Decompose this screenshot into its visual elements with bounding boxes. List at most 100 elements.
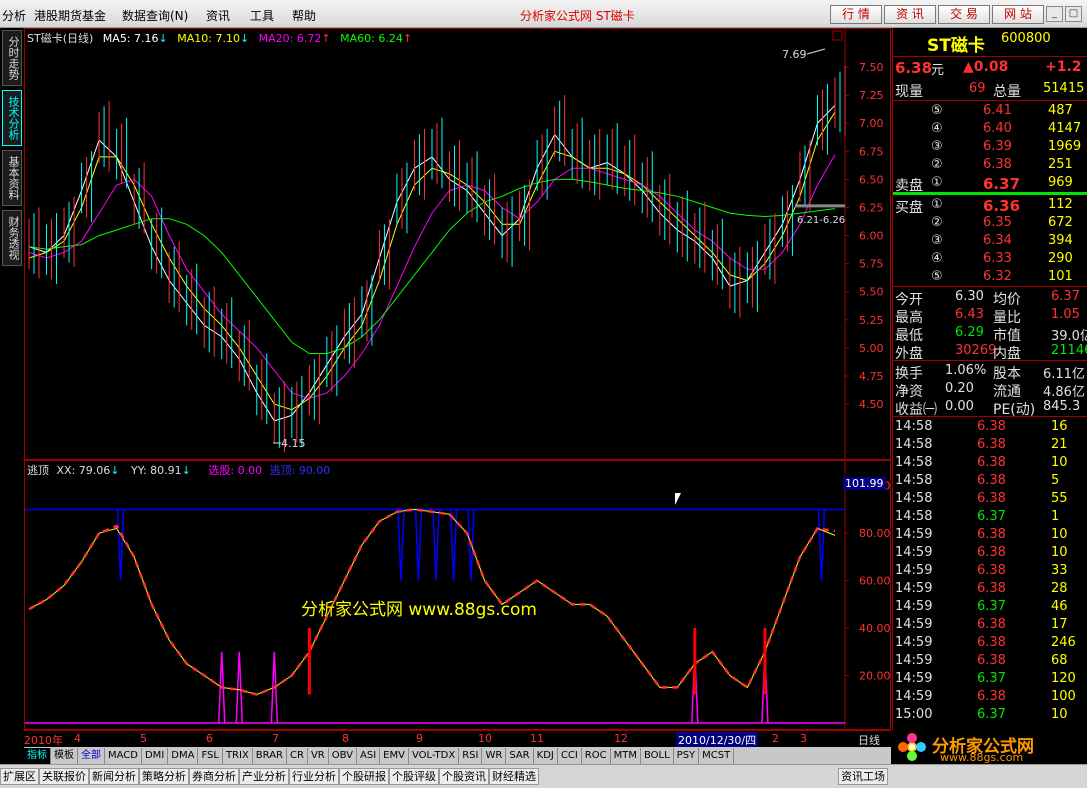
tick-row[interactable]: 14:59 6.38 10 [893, 544, 1087, 562]
price-y-tick-label: 4.75 [859, 370, 884, 383]
menu-item-analysis[interactable]: 分析 [2, 7, 26, 24]
indicator-tab[interactable]: 模板 [51, 748, 78, 765]
quote-row: 外盘30269内盘21146 [893, 342, 1087, 362]
indicator-tab[interactable]: CCI [558, 748, 582, 765]
menu-item-data-query[interactable]: 数据查询(N) [122, 7, 188, 24]
indicator-tab[interactable]: FSL [198, 748, 223, 765]
low-annotation: 4.15 [281, 437, 306, 450]
indicator-tab[interactable]: MCST [699, 748, 735, 765]
trade-button[interactable]: 交 易 [938, 5, 990, 24]
indicator-tab[interactable]: DMA [168, 748, 199, 765]
bottom-tab[interactable]: 关联报价 [39, 768, 89, 785]
indicator-tab[interactable]: 全部 [78, 748, 105, 765]
chart-expand-icon [832, 30, 843, 41]
bottom-tab[interactable]: 扩展区 [0, 768, 39, 785]
month-label-0: 2010年 [24, 734, 63, 747]
news-button[interactable]: 资 讯 [884, 5, 936, 24]
tick-volume: 1 [1051, 509, 1060, 524]
tick-price: 6.38 [977, 581, 1006, 596]
logo-url: www.88gs.com [940, 751, 1024, 764]
indicator-tab[interactable]: KDJ [534, 748, 558, 765]
price-y-tick-label: 5.25 [859, 314, 884, 327]
divider [893, 56, 1087, 57]
bottom-tab[interactable]: 行业分析 [289, 768, 339, 785]
bottom-tab[interactable]: 个股评级 [389, 768, 439, 785]
bottom-tab[interactable]: 新闻分析 [89, 768, 139, 785]
indicator-tab[interactable]: PSY [674, 748, 700, 765]
bottom-tab[interactable]: 个股研报 [339, 768, 389, 785]
tick-volume: 33 [1051, 563, 1068, 578]
indicator-tab[interactable]: MTM [611, 748, 641, 765]
month-label-11: 3 [800, 732, 807, 745]
price-chart[interactable]: ST磁卡(日线) MA5: 7.16↓ MA10: 7.10↓ MA20: 6.… [24, 28, 891, 460]
quote-row: 最低6.29市值39.0亿 [893, 324, 1087, 344]
indicator-tab[interactable]: ROC [582, 748, 611, 765]
menu-item-news[interactable]: 资讯 [206, 7, 230, 24]
tick-row[interactable]: 14:59 6.38 28 [893, 580, 1087, 598]
tick-volume: 120 [1051, 671, 1076, 686]
tick-row[interactable]: 14:59 6.38 100 [893, 688, 1087, 706]
indicator-tab[interactable]: VOL-TDX [409, 748, 460, 765]
website-button[interactable]: 网 站 [992, 5, 1044, 24]
indicator-tab[interactable]: ASI [357, 748, 381, 765]
tick-time: 14:58 [895, 491, 933, 506]
indicator-tab[interactable]: SAR [506, 748, 534, 765]
tick-row[interactable]: 14:58 6.38 55 [893, 490, 1087, 508]
bottom-tab[interactable]: 券商分析 [189, 768, 239, 785]
price-y-tick-label: 5.00 [859, 342, 884, 355]
tab-intraday[interactable]: 分时走势 [2, 30, 22, 86]
indicator-chart[interactable]: 逃顶 XX: 79.06↓ YY: 80.91↓ 选股: 0.00 逃顶: 90… [24, 460, 891, 730]
menu-item-tools[interactable]: 工具 [250, 7, 274, 24]
maximize-button[interactable]: □ [1065, 6, 1082, 22]
indicator-tab[interactable]: BRAR [253, 748, 287, 765]
buy-price: 6.33 [983, 251, 1012, 266]
menu-item-help[interactable]: 帮助 [292, 7, 316, 24]
tick-row[interactable]: 14:59 6.38 33 [893, 562, 1087, 580]
tick-time: 14:58 [895, 455, 933, 470]
indicator-tab[interactable]: TRIX [223, 748, 253, 765]
menu-item-hk-futures[interactable]: 港股期货基金 [34, 7, 106, 24]
month-label-8: 11 [530, 732, 544, 745]
quote-button[interactable]: 行 情 [830, 5, 882, 24]
tick-row[interactable]: 14:58 6.38 10 [893, 454, 1087, 472]
tick-volume: 28 [1051, 581, 1068, 596]
tick-row[interactable]: 15:00 6.37 10 [893, 706, 1087, 724]
tick-row[interactable]: 14:59 6.38 17 [893, 616, 1087, 634]
indicator-tab[interactable]: DMI [142, 748, 169, 765]
indicator-tab[interactable]: RSI [459, 748, 483, 765]
bottom-tab[interactable]: 财经精选 [489, 768, 539, 785]
bottom-tab[interactable]: 产业分析 [239, 768, 289, 785]
bottom-tab[interactable]: 个股资讯 [439, 768, 489, 785]
tick-row[interactable]: 14:59 6.38 246 [893, 634, 1087, 652]
tick-row[interactable]: 14:59 6.37 46 [893, 598, 1087, 616]
price-change-pct: +1.2 [1045, 59, 1082, 75]
indicator-tab[interactable]: CR [287, 748, 308, 765]
tick-row[interactable]: 14:58 6.38 5 [893, 472, 1087, 490]
tick-row[interactable]: 14:59 6.38 68 [893, 652, 1087, 670]
tick-row[interactable]: 14:58 6.38 21 [893, 436, 1087, 454]
quote-row: ④ 6.40 4147 [893, 120, 1087, 138]
tick-row[interactable]: 14:59 6.37 120 [893, 670, 1087, 688]
escape-dip [116, 509, 125, 581]
indicator-tab[interactable]: WR [482, 748, 507, 765]
tick-row[interactable]: 14:58 6.38 16 [893, 418, 1087, 436]
indicator-tab[interactable]: VR [308, 748, 329, 765]
indicator-tab[interactable]: 指标 [24, 748, 51, 765]
bottom-tab[interactable]: 策略分析 [139, 768, 189, 785]
indicator-tab[interactable]: OBV [329, 748, 357, 765]
tick-time: 14:59 [895, 581, 933, 596]
period-label[interactable]: 日线 [858, 732, 880, 748]
tick-row[interactable]: 14:58 6.37 1 [893, 508, 1087, 526]
sell-volume: 4147 [1048, 121, 1082, 136]
tab-technical[interactable]: 技术分析 [2, 90, 22, 146]
indicator-tab[interactable]: EMV [380, 748, 409, 765]
indicator-tab[interactable]: BOLL [641, 748, 674, 765]
indicator-tab[interactable]: MACD [105, 748, 142, 765]
tick-price: 6.38 [977, 653, 1006, 668]
tab-financials[interactable]: 财务透视 [2, 210, 22, 266]
bottom-tab[interactable]: 资讯工场 [838, 768, 888, 785]
tab-fundamentals[interactable]: 基本资料 [2, 150, 22, 206]
minimize-button[interactable]: _ [1046, 6, 1063, 22]
series-line-ma20 [28, 154, 836, 400]
tick-row[interactable]: 14:59 6.38 10 [893, 526, 1087, 544]
